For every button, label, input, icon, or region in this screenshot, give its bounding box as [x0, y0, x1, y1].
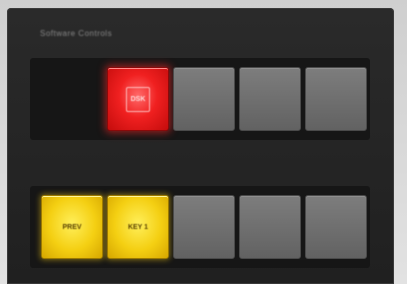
dsk-on-air-button[interactable]: DSK — [107, 67, 169, 131]
top-button-4[interactable] — [305, 67, 367, 131]
bottom-button-5[interactable] — [305, 195, 367, 259]
panel-title: Software Controls — [40, 29, 113, 38]
top-button-3[interactable] — [239, 67, 301, 131]
window-frame: Software Controls DSK PREV KEY 1 — [0, 0, 407, 284]
dsk-label-box: DSK — [125, 86, 151, 112]
top-button-2[interactable] — [173, 67, 235, 131]
key1-button[interactable]: KEY 1 — [107, 195, 169, 259]
prev-label: PREV — [62, 223, 82, 231]
bottom-button-3[interactable] — [173, 195, 235, 259]
prev-button[interactable]: PREV — [41, 195, 103, 259]
dsk-label: DSK — [130, 95, 146, 103]
bottom-button-4[interactable] — [239, 195, 301, 259]
key1-label: KEY 1 — [127, 223, 149, 231]
